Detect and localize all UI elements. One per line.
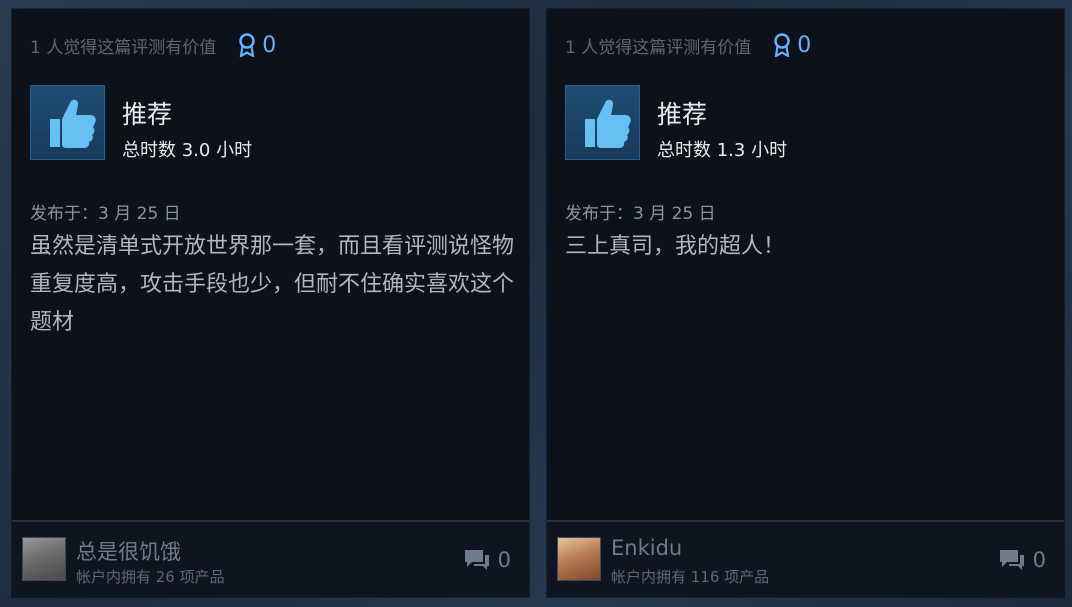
award-count: 0 (262, 32, 277, 58)
award-ribbon-icon (774, 33, 790, 57)
helpful-row: 1 人觉得这篇评测有价值 0 (565, 33, 811, 58)
comment-count: 0 (1032, 548, 1046, 572)
review-body: 三上真司，我的超人！ (565, 234, 786, 259)
hours-played: 总时数 3.0 小时 (122, 140, 253, 161)
comment-bubble-icon (464, 550, 489, 570)
review-footer: 总是很饥饿 帐户内拥有 26 项产品 0 (12, 520, 529, 597)
recommendation-title[interactable]: 推荐 (657, 95, 707, 131)
comments-button[interactable]: 0 (462, 547, 511, 573)
award-ribbon-icon (239, 33, 255, 57)
helpful-text: 1 人觉得这篇评测有价值 (30, 37, 217, 58)
thumbs-up-icon[interactable] (565, 85, 640, 160)
author-products: 帐户内拥有 116 项产品 (611, 568, 770, 586)
comments-button[interactable]: 0 (997, 547, 1046, 573)
author-name[interactable]: 总是很饥饿 (76, 536, 181, 566)
recommendation-title[interactable]: 推荐 (122, 95, 172, 131)
posted-date: 发布于：3 月 25 日 (30, 204, 181, 224)
award-count: 0 (797, 32, 812, 58)
hours-played: 总时数 1.3 小时 (657, 140, 788, 161)
award-button[interactable]: 0 (238, 33, 276, 58)
helpful-text: 1 人觉得这篇评测有价值 (565, 37, 752, 58)
review-card: 1 人觉得这篇评测有价值 0 推荐 总时数 3.0 小时 发布于：3 月 25 … (12, 9, 529, 597)
author-products: 帐户内拥有 26 项产品 (76, 568, 225, 586)
award-button[interactable]: 0 (773, 33, 811, 58)
review-footer: Enkidu 帐户内拥有 116 项产品 0 (547, 520, 1064, 597)
review-card: 1 人觉得这篇评测有价值 0 推荐 总时数 1.3 小时 发布于：3 月 25 … (547, 9, 1064, 597)
avatar[interactable] (22, 537, 66, 581)
posted-date: 发布于：3 月 25 日 (565, 204, 716, 224)
comment-count: 0 (497, 548, 511, 572)
helpful-row: 1 人觉得这篇评测有价值 0 (30, 33, 276, 58)
author-name[interactable]: Enkidu (611, 536, 682, 560)
avatar[interactable] (557, 537, 601, 581)
comment-bubble-icon (999, 550, 1024, 570)
review-body: 虽然是清单式开放世界那一套，而且看评测说怪物重复度高，攻击手段也少，但耐不住确实… (30, 234, 515, 335)
thumbs-up-icon[interactable] (30, 85, 105, 160)
